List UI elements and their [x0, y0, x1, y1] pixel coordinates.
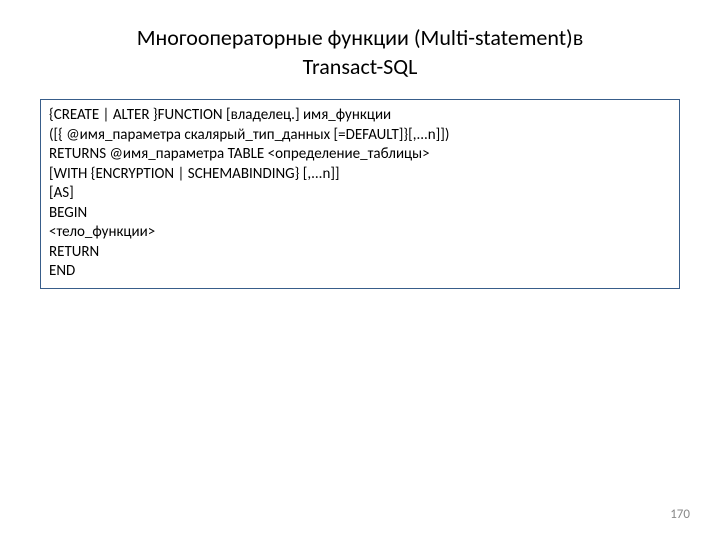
code-line: RETURN	[49, 243, 671, 263]
code-line: [AS]	[49, 184, 671, 204]
code-line: [WITH {ENCRYPTION | SCHEMABINDING} [,...…	[49, 165, 671, 185]
slide-title: Многооператорные функции (Multi-statemen…	[0, 0, 720, 81]
page-number: 170	[670, 507, 690, 522]
code-line: <тело_функции>	[49, 223, 671, 243]
code-line: BEGIN	[49, 204, 671, 224]
code-line: ([{ @имя_параметра скалярый_тип_данных […	[49, 126, 671, 146]
title-line-2: Transact-SQL	[303, 53, 418, 80]
syntax-box: {CREATE | ALTER }FUNCTION [владелец.] им…	[40, 99, 680, 289]
title-line-1: Многооператорные функции (Multi-statemen…	[137, 24, 584, 51]
code-line: RETURNS @имя_параметра TABLE <определени…	[49, 145, 671, 165]
code-line: END	[49, 262, 671, 282]
code-line: {CREATE | ALTER }FUNCTION [владелец.] им…	[49, 106, 671, 126]
